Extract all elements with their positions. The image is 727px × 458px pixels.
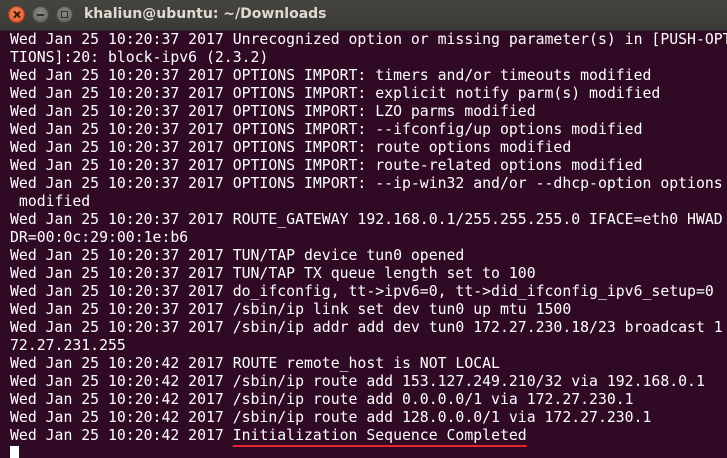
terminal-line: Wed Jan 25 10:20:37 2017 OPTIONS IMPORT:… <box>10 103 536 120</box>
title-bar[interactable]: khaliun@ubuntu: ~/Downloads <box>0 0 727 31</box>
terminal-line: Wed Jan 25 10:20:37 2017 OPTIONS IMPORT:… <box>10 121 643 138</box>
terminal-line: Wed Jan 25 10:20:42 2017 /sbin/ip route … <box>10 409 652 426</box>
terminal-line: Wed Jan 25 10:20:37 2017 TUN/TAP device … <box>10 247 465 264</box>
terminal-line: Wed Jan 25 10:20:37 2017 TUN/TAP TX queu… <box>10 265 536 282</box>
terminal-line: Wed Jan 25 10:20:42 2017 ROUTE remote_ho… <box>10 355 500 372</box>
terminal-line: Wed Jan 25 10:20:37 2017 OPTIONS IMPORT:… <box>10 67 652 84</box>
terminal-line-prefix: Wed Jan 25 10:20:42 2017 <box>10 427 233 444</box>
terminal-line: Wed Jan 25 10:20:37 2017 /sbin/ip addr a… <box>10 319 723 336</box>
terminal-line-final: Wed Jan 25 10:20:42 2017 Initialization … <box>10 427 727 445</box>
terminal-line: Wed Jan 25 10:20:37 2017 OPTIONS IMPORT:… <box>10 157 643 174</box>
completion-message: Initialization Sequence Completed <box>232 427 527 444</box>
terminal-line: Wed Jan 25 10:20:37 2017 OPTIONS IMPORT:… <box>10 139 572 156</box>
terminal-line: 72.27.231.255 <box>10 337 126 354</box>
terminal-line: Wed Jan 25 10:20:37 2017 OPTIONS IMPORT:… <box>10 85 661 102</box>
maximize-icon[interactable] <box>56 6 73 23</box>
prompt-line[interactable] <box>10 445 727 458</box>
terminal-line: Wed Jan 25 10:20:42 2017 /sbin/ip route … <box>10 373 705 390</box>
window-title: khaliun@ubuntu: ~/Downloads <box>84 6 327 22</box>
terminal-line: Wed Jan 25 10:20:37 2017 ROUTE_GATEWAY 1… <box>10 211 723 228</box>
terminal-line: modified <box>10 193 91 210</box>
terminal-output[interactable]: Wed Jan 25 10:20:37 2017 Unrecognized op… <box>10 31 727 458</box>
terminal-line: DR=00:0c:29:00:1e:b6 <box>10 229 189 246</box>
text-cursor <box>10 446 19 458</box>
terminal-line: Wed Jan 25 10:20:37 2017 Unrecognized op… <box>10 31 727 48</box>
terminal-line: Wed Jan 25 10:20:42 2017 /sbin/ip route … <box>10 391 634 408</box>
terminal-line: TIONS]:20: block-ipv6 (2.3.2) <box>10 49 269 66</box>
minimize-icon[interactable] <box>32 6 49 23</box>
terminal-line: Wed Jan 25 10:20:37 2017 OPTIONS IMPORT:… <box>10 175 723 192</box>
terminal-line: Wed Jan 25 10:20:37 2017 do_ifconfig, tt… <box>10 283 714 300</box>
terminal-line: Wed Jan 25 10:20:37 2017 /sbin/ip link s… <box>10 301 572 318</box>
terminal-window: khaliun@ubuntu: ~/Downloads Wed Jan 25 1… <box>0 0 727 458</box>
close-icon[interactable] <box>8 6 25 23</box>
